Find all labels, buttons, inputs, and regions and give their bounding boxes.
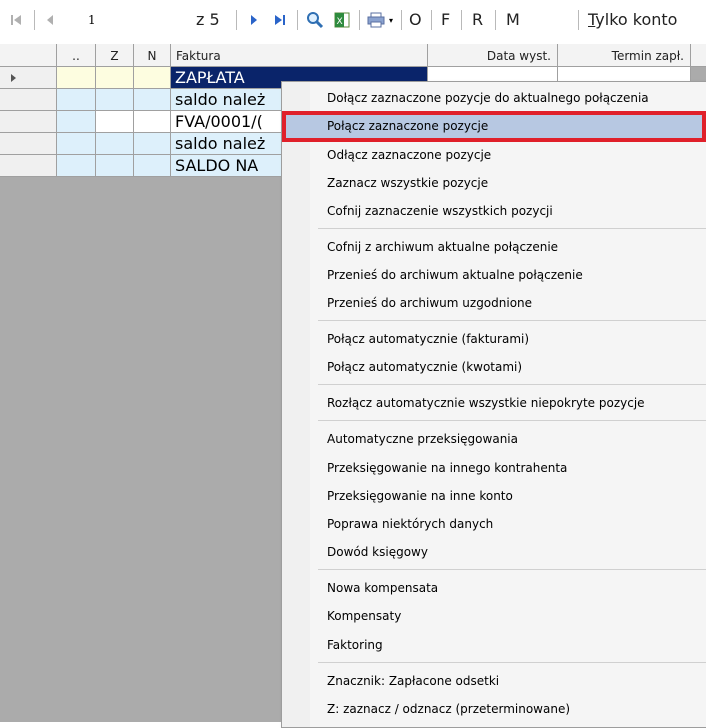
prev-record-icon[interactable] — [40, 8, 60, 32]
column-header-z[interactable]: Z — [96, 44, 134, 66]
search-icon[interactable] — [303, 8, 327, 32]
menu-item-nowa-kompensata[interactable]: Nowa kompensata — [282, 574, 706, 602]
menu-separator — [318, 384, 706, 385]
menu-item-dowod-ksiegowy[interactable]: Dowód księgowy — [282, 538, 706, 566]
menu-item-przeksiegowanie-kontrahent[interactable]: Przeksięgowanie na innego kontrahenta — [282, 454, 706, 482]
table-cell[interactable] — [134, 155, 171, 177]
filter-button-r[interactable]: R — [472, 10, 483, 30]
menu-separator — [318, 569, 706, 570]
filter-button-f[interactable]: F — [441, 10, 450, 30]
menu-separator — [318, 420, 706, 421]
column-header-data-wyst[interactable]: Data wyst. — [428, 44, 558, 66]
next-record-icon[interactable] — [244, 8, 264, 32]
row-indicator[interactable] — [0, 133, 57, 155]
menu-item-przeksiegowanie-konto[interactable]: Przeksięgowanie na inne konto — [282, 482, 706, 510]
row-indicator[interactable] — [0, 89, 57, 111]
menu-separator — [318, 662, 706, 663]
filter-button-m[interactable]: M — [506, 10, 520, 30]
menu-item-faktoring[interactable]: Faktoring — [282, 631, 706, 659]
table-cell[interactable] — [96, 111, 134, 133]
table-cell[interactable] — [96, 133, 134, 155]
record-count-label: z 5 — [196, 10, 220, 29]
menu-item-cofnij-z-archiwum[interactable]: Cofnij z archiwum aktualne połączenie — [282, 233, 706, 261]
column-header-termin-zapl[interactable]: Termin zapł. — [558, 44, 691, 66]
menu-item-polacz-auto-kwotami[interactable]: Połącz automatycznie (kwotami) — [282, 353, 706, 381]
menu-separator — [318, 320, 706, 321]
menu-item-znacznik-odsetki[interactable]: Znacznik: Zapłacone odsetki — [282, 667, 706, 695]
menu-item-przenies-do-archiwum-aktualne[interactable]: Przenieś do archiwum aktualne połączenie — [282, 261, 706, 289]
menu-item-przenies-do-archiwum-uzgodnione[interactable]: Przenieś do archiwum uzgodnione — [282, 289, 706, 317]
table-cell[interactable] — [96, 155, 134, 177]
first-record-icon[interactable] — [6, 8, 26, 32]
menu-item-zaznacz-odznacz[interactable]: Z: zaznacz / odznacz (przeterminowane) — [282, 695, 706, 723]
row-indicator[interactable] — [0, 111, 57, 133]
column-header-faktura[interactable]: Faktura — [171, 44, 428, 66]
navigator-toolbar: 1 z 5 X ▾ O F R M Tylko konto — [0, 0, 706, 40]
table-cell[interactable] — [57, 89, 96, 111]
table-cell[interactable] — [134, 111, 171, 133]
table-cell[interactable] — [134, 67, 171, 89]
column-header-n[interactable]: N — [134, 44, 171, 66]
excel-export-icon[interactable]: X — [330, 8, 354, 32]
table-cell[interactable] — [96, 89, 134, 111]
print-icon[interactable] — [365, 8, 387, 32]
menu-item-automatyczne-przeksiegowania[interactable]: Automatyczne przeksięgowania — [282, 425, 706, 453]
table-cell[interactable] — [57, 133, 96, 155]
table-cell[interactable] — [57, 155, 96, 177]
column-header-extra — [691, 44, 706, 66]
row-indicator[interactable] — [0, 155, 57, 177]
tylko-konto-label: ylko konto — [595, 10, 678, 29]
table-cell[interactable] — [134, 89, 171, 111]
column-header-dots[interactable]: .. — [57, 44, 96, 66]
table-cell[interactable] — [57, 67, 96, 89]
context-menu: Dołącz zaznaczone pozycje do aktualnego … — [281, 81, 706, 728]
row-indicator-header — [0, 44, 57, 66]
table-cell[interactable] — [96, 67, 134, 89]
menu-item-cofnij-zaznaczenie[interactable]: Cofnij zaznaczenie wszystkich pozycji — [282, 197, 706, 225]
last-record-icon[interactable] — [270, 8, 290, 32]
menu-item-dolacz-zaznaczone[interactable]: Dołącz zaznaczone pozycje do aktualnego … — [282, 84, 706, 112]
table-cell[interactable] — [134, 133, 171, 155]
row-indicator[interactable] — [0, 67, 57, 89]
menu-separator — [318, 228, 706, 229]
print-dropdown-icon[interactable]: ▾ — [386, 8, 396, 32]
filter-button-o[interactable]: O — [409, 10, 422, 30]
menu-item-odlacz-zaznaczone[interactable]: Odłącz zaznaczone pozycje — [282, 141, 706, 169]
menu-item-rozlacz-automatycznie[interactable]: Rozłącz automatycznie wszystkie niepokry… — [282, 389, 706, 417]
menu-item-poprawa-danych[interactable]: Poprawa niektórych danych — [282, 510, 706, 538]
menu-item-polacz-auto-fakturami[interactable]: Połącz automatycznie (fakturami) — [282, 325, 706, 353]
menu-item-kompensaty[interactable]: Kompensaty — [282, 602, 706, 630]
tylko-konto-button[interactable]: Tylko konto — [588, 10, 677, 30]
table-cell[interactable] — [57, 111, 96, 133]
highlight-annotation-box — [282, 111, 706, 142]
svg-text:X: X — [337, 17, 343, 27]
record-number-input[interactable]: 1 — [82, 10, 192, 30]
current-row-arrow-icon — [11, 74, 16, 82]
menu-item-zaznacz-wszystkie[interactable]: Zaznacz wszystkie pozycje — [282, 169, 706, 197]
